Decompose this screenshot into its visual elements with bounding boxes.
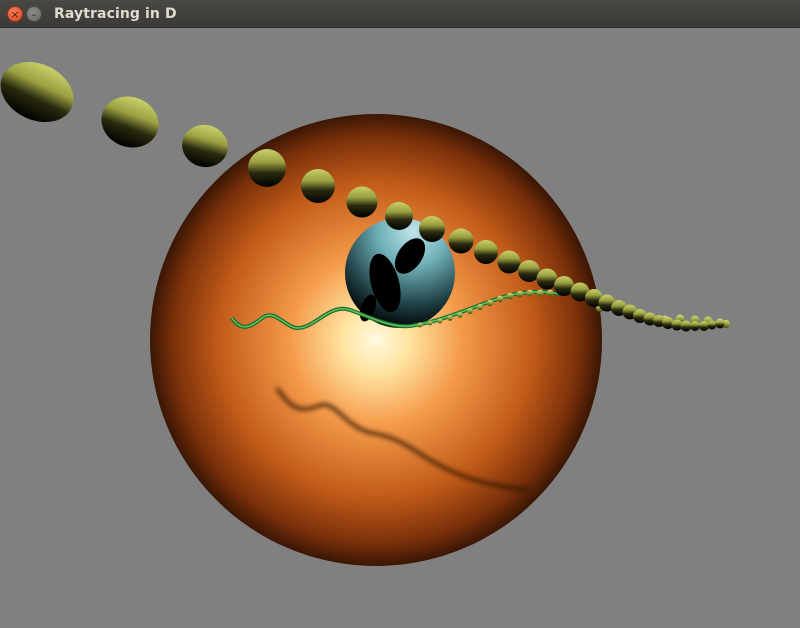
chain-sphere xyxy=(448,228,474,254)
bead xyxy=(546,289,554,297)
render-viewport xyxy=(0,28,800,628)
bead xyxy=(536,289,544,297)
bead xyxy=(447,315,453,321)
chain-sphere xyxy=(699,321,709,331)
bead xyxy=(417,322,423,328)
chain-sphere xyxy=(385,202,413,230)
chain-sphere xyxy=(182,124,228,168)
bead xyxy=(496,295,504,303)
chain-sphere xyxy=(346,186,378,218)
chain-sphere xyxy=(419,216,445,242)
chain-sphere xyxy=(474,240,498,264)
bead xyxy=(516,290,524,298)
bead xyxy=(437,318,443,324)
title-bar[interactable]: × – Raytracing in D xyxy=(0,0,800,28)
minimize-icon[interactable]: – xyxy=(26,6,42,22)
bead xyxy=(477,304,483,310)
window-title: Raytracing in D xyxy=(54,6,177,22)
chain-sphere xyxy=(248,149,286,187)
bead xyxy=(486,299,494,307)
bead xyxy=(526,289,534,297)
chain-sphere xyxy=(497,250,521,274)
bead xyxy=(427,320,433,326)
chain-sphere xyxy=(690,321,700,331)
chain-sphere xyxy=(707,320,717,330)
chain-sphere xyxy=(680,320,692,332)
chain-sphere xyxy=(301,169,335,203)
app-window: × – Raytracing in D xyxy=(0,0,800,628)
chain-sphere xyxy=(101,96,159,148)
close-icon[interactable]: × xyxy=(7,6,23,22)
bead xyxy=(506,292,514,300)
bead xyxy=(467,308,473,314)
chain-sphere xyxy=(715,319,725,329)
raytraced-scene xyxy=(0,61,730,566)
chain-sphere xyxy=(0,61,74,123)
bead xyxy=(457,312,463,318)
large-orange-sphere xyxy=(150,114,602,566)
